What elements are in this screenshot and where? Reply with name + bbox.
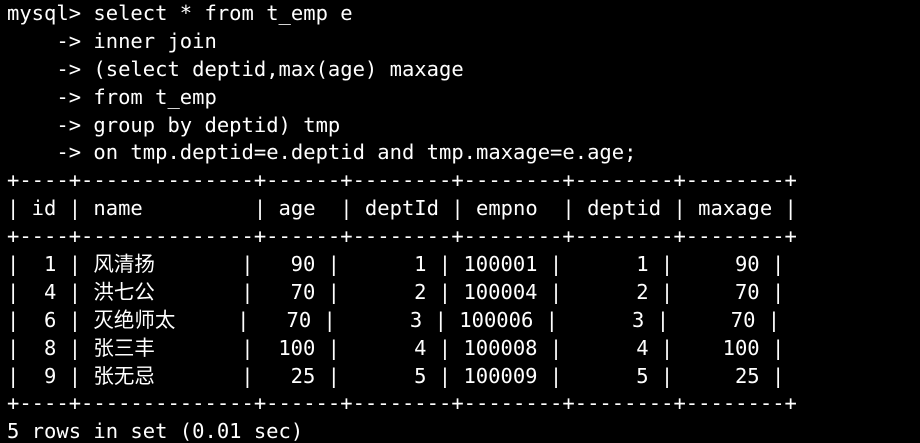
query-text: from t_emp xyxy=(93,84,217,109)
table-border-top: +----+--------------+------+--------+---… xyxy=(7,168,797,193)
query-line-3: -> (select deptid,max(age) maxage xyxy=(7,56,920,84)
continuation-prompt: -> xyxy=(7,112,94,137)
continuation-prompt: -> xyxy=(7,56,94,81)
table-row: | 4 | 洪七公 | 70 | 2 | 100004 | 2 | 70 | xyxy=(7,279,785,304)
continuation-prompt: -> xyxy=(7,84,94,109)
query-line-2: -> inner join xyxy=(7,28,920,56)
result-summary: 5 rows in set (0.01 sec) xyxy=(7,419,304,443)
table-row: | 8 | 张三丰 | 100 | 4 | 100008 | 4 | 100 | xyxy=(7,335,785,360)
table-border-bottom: +----+--------------+------+--------+---… xyxy=(7,391,797,416)
mysql-terminal[interactable]: mysql> select * from t_emp e -> inner jo… xyxy=(0,0,920,443)
query-line-4: -> from t_emp xyxy=(7,84,920,112)
mysql-prompt: mysql> xyxy=(7,1,94,25)
table-row: | 9 | 张无忌 | 25 | 5 | 100009 | 5 | 25 | xyxy=(7,363,785,388)
table-row: | 6 | 灭绝师太 | 70 | 3 | 100006 | 3 | 70 | xyxy=(7,307,781,332)
query-text: group by deptid) tmp xyxy=(93,112,341,137)
query-text: (select deptid,max(age) maxage xyxy=(93,56,464,81)
table-row: | 1 | 风清扬 | 90 | 1 | 100001 | 1 | 90 | xyxy=(7,252,785,277)
continuation-prompt: -> xyxy=(7,28,94,53)
query-line-6: -> on tmp.deptid=e.deptid and tmp.maxage… xyxy=(7,139,920,167)
query-line-1: mysql> select * from t_emp e xyxy=(7,0,920,28)
query-text: inner join xyxy=(93,28,217,53)
table-border-middle: +----+--------------+------+--------+---… xyxy=(7,224,797,249)
continuation-prompt: -> xyxy=(7,140,94,165)
table-header: | id | name | age | deptId | empno | dep… xyxy=(7,196,797,221)
query-text: select * from t_emp e xyxy=(93,1,353,25)
query-text: on tmp.deptid=e.deptid and tmp.maxage=e.… xyxy=(93,140,637,165)
query-line-5: -> group by deptid) tmp xyxy=(7,112,920,140)
